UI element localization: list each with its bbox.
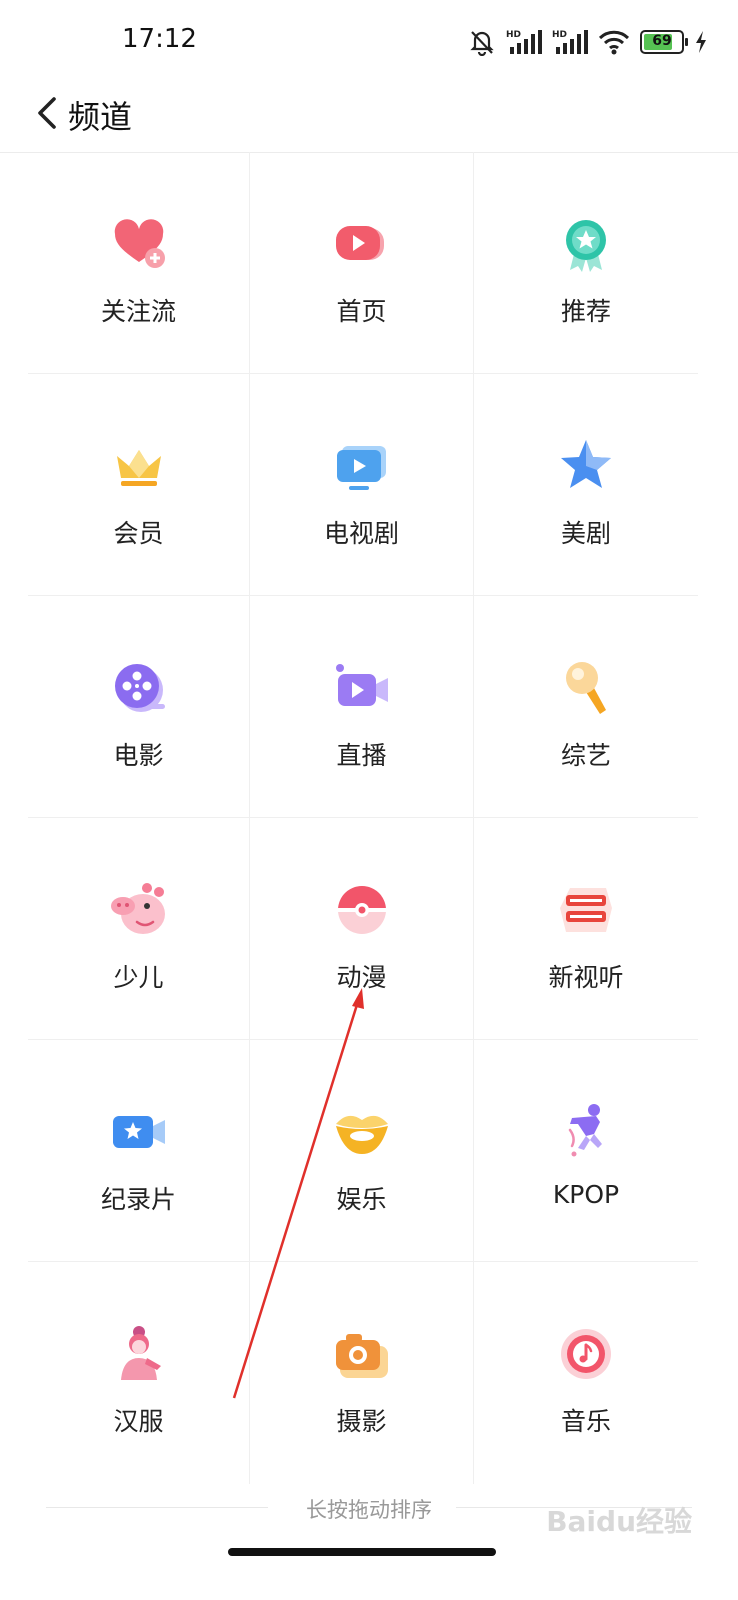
channel-label: 推荐 [560, 297, 611, 326]
hanfu-girl-icon [120, 1326, 161, 1380]
status-icons: HD HD 69 [468, 24, 708, 60]
page-title: 频道 [68, 98, 133, 136]
channel-entertainment[interactable]: 娱乐 [250, 1040, 474, 1262]
channel-label: 电影 [113, 741, 164, 770]
header: 频道 [0, 80, 738, 153]
film-reel-icon [114, 664, 165, 712]
video-camera-icon [335, 664, 388, 706]
svg-text:HD: HD [506, 30, 521, 40]
battery-level: 69 [652, 33, 672, 49]
channel-movie[interactable]: 电影 [28, 596, 250, 818]
mute-bell-icon [470, 31, 494, 56]
hd-signal-icon: HD [506, 30, 542, 54]
heart-plus-icon [114, 219, 165, 268]
camera-icon [335, 1334, 388, 1378]
channel-label: 综艺 [560, 741, 611, 770]
channel-music[interactable]: 音乐 [474, 1262, 698, 1484]
star-medal-icon [566, 220, 606, 272]
channel-label: 娱乐 [336, 1185, 387, 1214]
channel-recommend[interactable]: 推荐 [474, 152, 698, 374]
hd-signal-icon: HD [552, 30, 588, 54]
channel-vip[interactable]: 会员 [28, 374, 250, 596]
channel-label: KPOP [552, 1180, 620, 1209]
channel-hanfu[interactable]: 汉服 [28, 1262, 250, 1484]
channel-grid: 关注流 首页 推荐 会员 电视剧 美剧 电影 直播 综艺 少儿 动漫 新视听 纪… [28, 152, 710, 1484]
camera-star-icon [112, 1116, 165, 1148]
pokeball-icon [337, 886, 386, 934]
channel-label: 少儿 [113, 963, 164, 992]
status-time: 17:12 [122, 24, 197, 54]
tv-icon [336, 446, 386, 490]
channel-documentary[interactable]: 纪录片 [28, 1040, 250, 1262]
channel-label: 会员 [113, 519, 164, 548]
music-disc-icon [561, 1329, 611, 1379]
channel-us-drama[interactable]: 美剧 [474, 374, 698, 596]
channel-home[interactable]: 首页 [250, 152, 474, 374]
charging-icon [696, 31, 706, 53]
channel-follow-feed[interactable]: 关注流 [28, 152, 250, 374]
play-icon [335, 226, 384, 260]
microphone-icon [566, 662, 606, 714]
channel-label: 电视剧 [323, 519, 399, 548]
channel-screen: 17:12 HD HD 69 频道 关注流 首页 推荐 会员 电视剧 美剧 电影… [0, 0, 738, 1600]
dancer-icon [568, 1104, 602, 1157]
chevron-left-icon [38, 97, 56, 129]
channel-anime[interactable]: 动漫 [250, 818, 474, 1040]
channel-live[interactable]: 直播 [250, 596, 474, 818]
status-bar: 17:12 HD HD 69 [0, 0, 738, 80]
channel-tv-series[interactable]: 电视剧 [250, 374, 474, 596]
channel-label: 动漫 [336, 963, 387, 992]
svg-text:HD: HD [552, 30, 567, 40]
channel-variety[interactable]: 综艺 [474, 596, 698, 818]
channel-label: 首页 [336, 297, 387, 326]
channel-label: 美剧 [560, 519, 611, 548]
channel-new-media[interactable]: 新视听 [474, 818, 698, 1040]
wifi-icon [598, 30, 630, 55]
lips-icon [335, 1115, 388, 1154]
channel-label: 摄影 [336, 1407, 387, 1436]
channel-label: 新视听 [548, 963, 624, 992]
channel-label: 纪录片 [100, 1185, 176, 1214]
channel-label: 关注流 [100, 297, 176, 326]
channel-label: 音乐 [560, 1407, 611, 1436]
star-icon [561, 440, 611, 488]
new-media-logo-icon [560, 888, 612, 932]
channel-kpop[interactable]: KPOP [474, 1040, 698, 1262]
home-indicator[interactable] [228, 1548, 496, 1556]
watermark: Baidu经验 [546, 1505, 692, 1538]
channel-label: 汉服 [113, 1407, 164, 1436]
crown-icon [116, 450, 161, 486]
pig-icon [110, 883, 165, 934]
back-button[interactable] [22, 88, 72, 138]
channel-label: 直播 [336, 741, 387, 770]
battery-icon: 69 [640, 30, 688, 54]
channel-photography[interactable]: 摄影 [250, 1262, 474, 1484]
channel-kids[interactable]: 少儿 [28, 818, 250, 1040]
